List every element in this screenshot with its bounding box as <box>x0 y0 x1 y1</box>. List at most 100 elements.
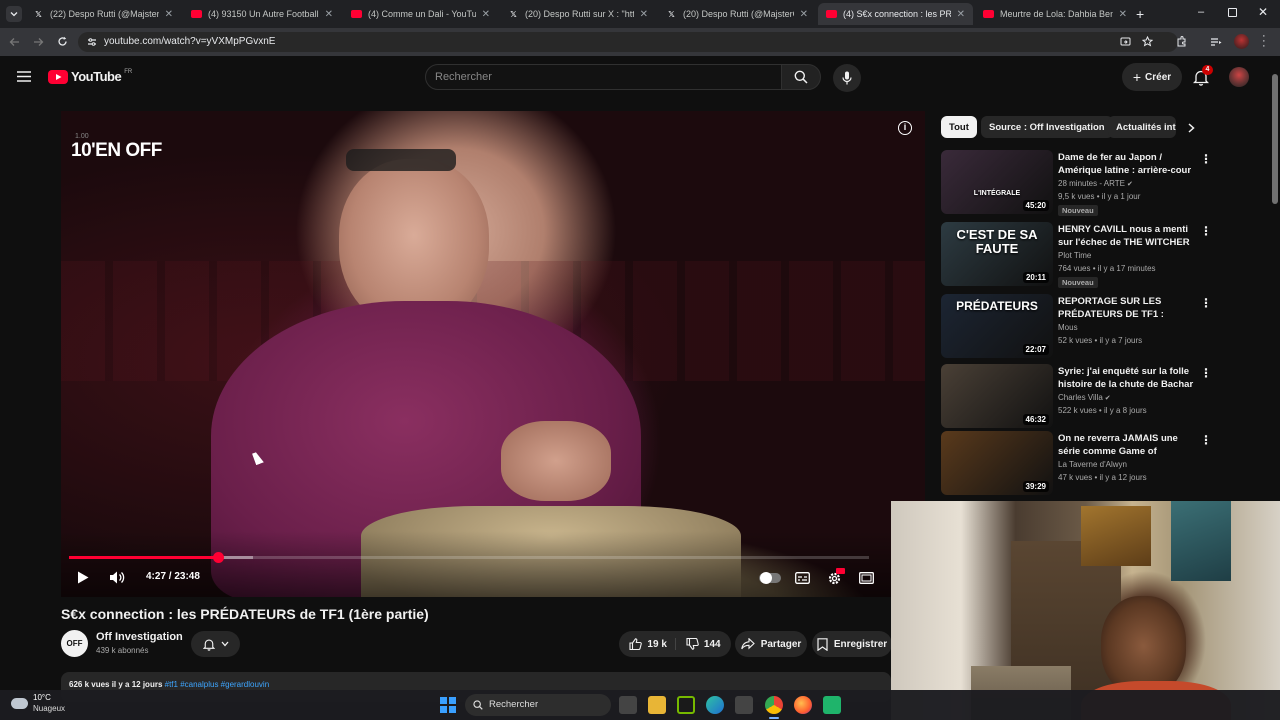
recommended-video[interactable]: 46:32 Syrie: j'ai enquêté sur la folle hi… <box>941 364 1212 430</box>
tab-close-icon[interactable]: ✕ <box>482 9 490 20</box>
browser-menu-icon[interactable]: · · · <box>1262 31 1266 52</box>
video-info-button[interactable]: i <box>898 121 912 135</box>
x-logo-icon: 𝕏 <box>510 9 517 19</box>
browser-tab[interactable]: 𝕏 (22) Despo Rutti (@MajsterOffi ✕ <box>25 3 181 25</box>
recommended-video-title[interactable]: On ne reverra JAMAIS une série comme Gam… <box>1058 432 1194 458</box>
more-options-icon[interactable]: ⋮ <box>1200 224 1212 238</box>
task-view-icon[interactable] <box>619 696 637 714</box>
theater-mode-icon[interactable] <box>859 572 874 584</box>
recommended-video-title[interactable]: Syrie: j'ai enquêté sur la folle histoir… <box>1058 365 1194 391</box>
recommended-video[interactable]: 39:29 On ne reverra JAMAIS une série comm… <box>941 431 1212 497</box>
chrome-icon[interactable] <box>765 696 783 714</box>
new-tab-button[interactable]: + <box>1136 6 1144 22</box>
more-options-icon[interactable]: ⋮ <box>1200 296 1212 310</box>
close-window-button[interactable]: ✕ <box>1258 5 1268 19</box>
channel-name[interactable]: Off Investigation <box>96 631 183 643</box>
tab-close-icon[interactable]: ✕ <box>800 9 808 20</box>
more-options-icon[interactable]: ⋮ <box>1200 433 1212 447</box>
create-button[interactable]: + Créer <box>1122 63 1182 91</box>
volume-icon[interactable] <box>109 571 126 584</box>
settings-button[interactable] <box>827 568 845 587</box>
page-scrollbar-thumb[interactable] <box>1272 74 1278 204</box>
chip-news[interactable]: Actualités int <box>1108 116 1176 138</box>
share-button[interactable]: Partager <box>735 631 807 657</box>
recommended-video[interactable]: L'INTÉGRALE 45:20 Dame de fer au Japon / A… <box>941 150 1212 216</box>
search-input[interactable]: Rechercher <box>425 64 782 90</box>
tab-close-icon[interactable]: ✕ <box>165 9 173 20</box>
recommended-video-title[interactable]: REPORTAGE SUR LES PRÉDATEURS DE TF1 : LO… <box>1058 295 1194 321</box>
search-button[interactable] <box>781 64 821 90</box>
weather-temperature[interactable]: 10°C <box>33 693 51 702</box>
subscription-notifications-button[interactable] <box>191 631 240 657</box>
recommended-video-title[interactable]: Dame de fer au Japon / Amérique latine :… <box>1058 151 1194 177</box>
dislike-button[interactable]: 144 <box>682 638 721 650</box>
tab-close-icon[interactable]: ✕ <box>640 9 648 20</box>
recommended-channel[interactable]: Mous <box>1058 323 1078 332</box>
recommended-channel[interactable]: Plot Time <box>1058 251 1091 260</box>
chip-all[interactable]: Tout <box>941 116 977 138</box>
cast-icon[interactable] <box>1120 37 1131 47</box>
tab-close-icon[interactable]: ✕ <box>325 9 333 20</box>
nvidia-icon[interactable] <box>677 696 695 714</box>
like-button[interactable]: 19 k <box>629 638 676 650</box>
windows-start-icon[interactable] <box>440 697 456 713</box>
video-thumbnail[interactable]: C'EST DE SA FAUTE 20:11 <box>941 222 1053 286</box>
hamburger-menu-icon[interactable] <box>17 71 31 82</box>
weather-description[interactable]: Nuageux <box>33 704 65 713</box>
video-thumbnail[interactable]: 46:32 <box>941 364 1053 428</box>
youtube-logo-text: YouTube <box>71 69 122 84</box>
browser-tab[interactable]: (4) 93150 Un Autre Football Ep ✕ <box>183 3 341 25</box>
recommended-video-title[interactable]: HENRY CAVILL nous a menti sur l'échec de… <box>1058 223 1194 249</box>
extensions-icon[interactable] <box>1176 36 1187 47</box>
recommended-channel[interactable]: 28 minutes - ARTE ✔ <box>1058 179 1133 188</box>
recommended-video[interactable]: PRÉDATEURS 22:07 REPORTAGE SUR LES PRÉDATE… <box>941 294 1212 360</box>
tab-close-icon[interactable]: ✕ <box>1119 9 1127 20</box>
progress-scrubber-handle[interactable] <box>213 552 225 563</box>
browser-tab[interactable]: 𝕏 (20) Despo Rutti (@MajsterOffi ✕ <box>658 3 816 25</box>
controls-gradient <box>61 531 925 597</box>
notifications-button[interactable]: 4 <box>1192 65 1213 87</box>
recommended-channel[interactable]: Charles Villa ✔ <box>1058 393 1111 402</box>
browser-tab[interactable]: (4) Comme un Dali - YouTube ✕ <box>343 3 498 25</box>
voice-search-button[interactable] <box>833 64 861 92</box>
browser-tab[interactable]: 𝕏 (20) Despo Rutti sur X : "https:/ ✕ <box>500 3 656 25</box>
youtube-logo[interactable]: YouTube FR <box>48 69 132 84</box>
video-player[interactable]: 1.00 10'EN OFF i 4:27 / 23:48 <box>61 111 925 597</box>
browser-tab[interactable]: Meurtre de Lola: Dahbia Benki ✕ <box>975 3 1135 25</box>
recommended-video[interactable]: C'EST DE SA FAUTE 20:11 HENRY CAVILL nous … <box>941 222 1212 288</box>
video-thumbnail[interactable]: 39:29 <box>941 431 1053 495</box>
more-options-icon[interactable]: ⋮ <box>1200 366 1212 380</box>
url-bar[interactable]: youtube.com/watch?v=yVXMpPGvxnE <box>78 32 1178 52</box>
save-button[interactable]: Enregistrer <box>812 631 892 657</box>
browser-tab[interactable]: (4) S€x connection : les PRÉDAT ✕ <box>818 3 973 25</box>
description-hashtags[interactable]: #tf1 #canalplus #gerardlouvin <box>165 680 270 689</box>
store-icon[interactable] <box>735 696 753 714</box>
firefox-icon[interactable] <box>794 696 812 714</box>
recommended-channel[interactable]: La Taverne d'Alwyn <box>1058 460 1127 469</box>
back-arrow-icon[interactable] <box>9 37 20 47</box>
forward-arrow-icon[interactable] <box>33 37 44 47</box>
profile-avatar[interactable] <box>1234 34 1249 49</box>
channel-avatar[interactable]: OFF <box>61 630 88 657</box>
autoplay-toggle[interactable] <box>759 572 781 584</box>
video-thumbnail[interactable]: PRÉDATEURS 22:07 <box>941 294 1053 358</box>
tab-search-button[interactable] <box>6 6 22 22</box>
subtitles-icon[interactable] <box>795 572 810 584</box>
media-controls-icon[interactable] <box>1210 37 1222 47</box>
file-explorer-icon[interactable] <box>648 696 666 714</box>
play-icon[interactable] <box>77 571 89 584</box>
tab-close-icon[interactable]: ✕ <box>957 9 965 20</box>
site-info-icon[interactable] <box>87 37 97 47</box>
bookmark-star-icon[interactable] <box>1142 36 1153 47</box>
app-icon[interactable] <box>823 696 841 714</box>
minimize-button[interactable]: – <box>1198 6 1204 18</box>
edge-icon[interactable] <box>706 696 724 714</box>
account-avatar[interactable] <box>1229 67 1249 87</box>
chip-source[interactable]: Source : Off Investigation <box>981 116 1113 138</box>
video-thumbnail[interactable]: L'INTÉGRALE 45:20 <box>941 150 1053 214</box>
more-options-icon[interactable]: ⋮ <box>1200 152 1212 166</box>
taskbar-search[interactable]: Rechercher <box>465 694 611 716</box>
chevron-right-icon[interactable] <box>1188 123 1195 133</box>
maximize-button[interactable] <box>1228 8 1237 17</box>
reload-icon[interactable] <box>57 36 68 47</box>
